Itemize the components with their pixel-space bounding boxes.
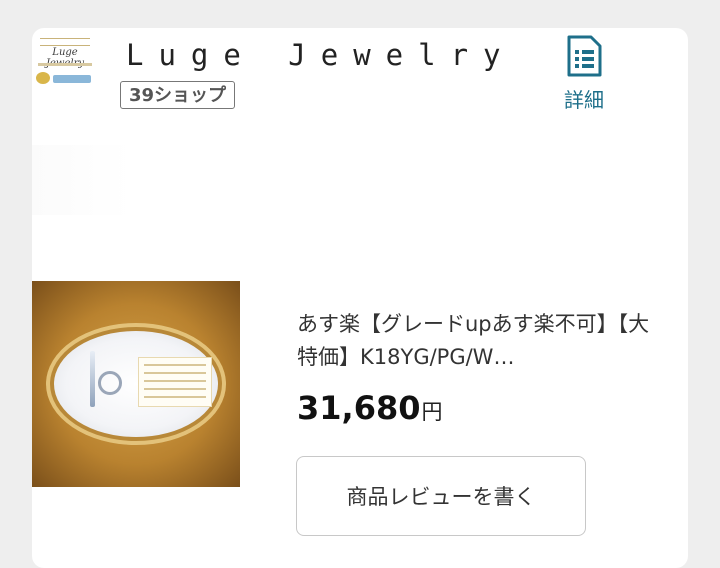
faded-area [32, 145, 132, 215]
detail-button[interactable]: 詳細 [558, 34, 610, 113]
shop-39-badge: 39ショップ [120, 81, 236, 109]
frame-oval [54, 331, 218, 437]
write-review-button[interactable]: 商品レビューを書く [296, 456, 586, 536]
detail-label: 詳細 [564, 88, 604, 112]
logo-ribbon-icon [53, 75, 91, 83]
logo-underline [38, 63, 92, 66]
product-price: 31,680円 [297, 389, 442, 427]
product-title[interactable]: あす楽【グレードupあす楽不可】【大特価】K18YG/PG/W… [297, 308, 657, 374]
logo-badge-icon [36, 72, 50, 84]
price-currency: 円 [421, 400, 443, 424]
shop-logo[interactable]: Luge Jewelry [34, 38, 96, 92]
description-note-image [138, 357, 212, 407]
logo-ornament [40, 38, 90, 46]
product-image[interactable] [32, 281, 240, 487]
ornate-frame [46, 323, 226, 445]
shop-name[interactable]: Luge Jewelry [126, 38, 516, 72]
document-list-icon [558, 34, 610, 78]
earring-hoop-image [98, 371, 122, 395]
price-value: 31,680 [297, 389, 421, 427]
earring-bar-image [90, 351, 95, 407]
